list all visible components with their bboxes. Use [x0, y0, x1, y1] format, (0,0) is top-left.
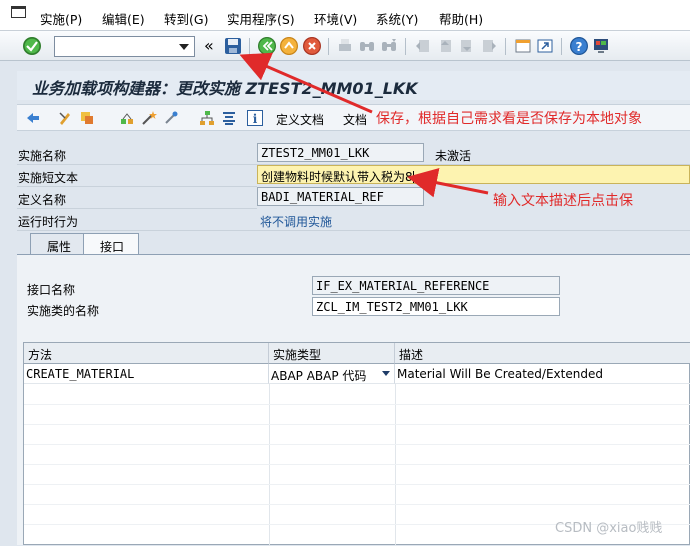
annotation-arrows [239, 52, 489, 198]
input-annotation-text: 输入文本描述后点击保 [493, 193, 633, 209]
save-annotation-text: 保存，根据自己需求看是否保存为本地对象 [376, 111, 642, 127]
save-annotation-arrow [239, 52, 373, 114]
input-annotation-arrow [407, 167, 489, 198]
watermark-text: CSDN @xiao贱贱 [555, 521, 663, 536]
